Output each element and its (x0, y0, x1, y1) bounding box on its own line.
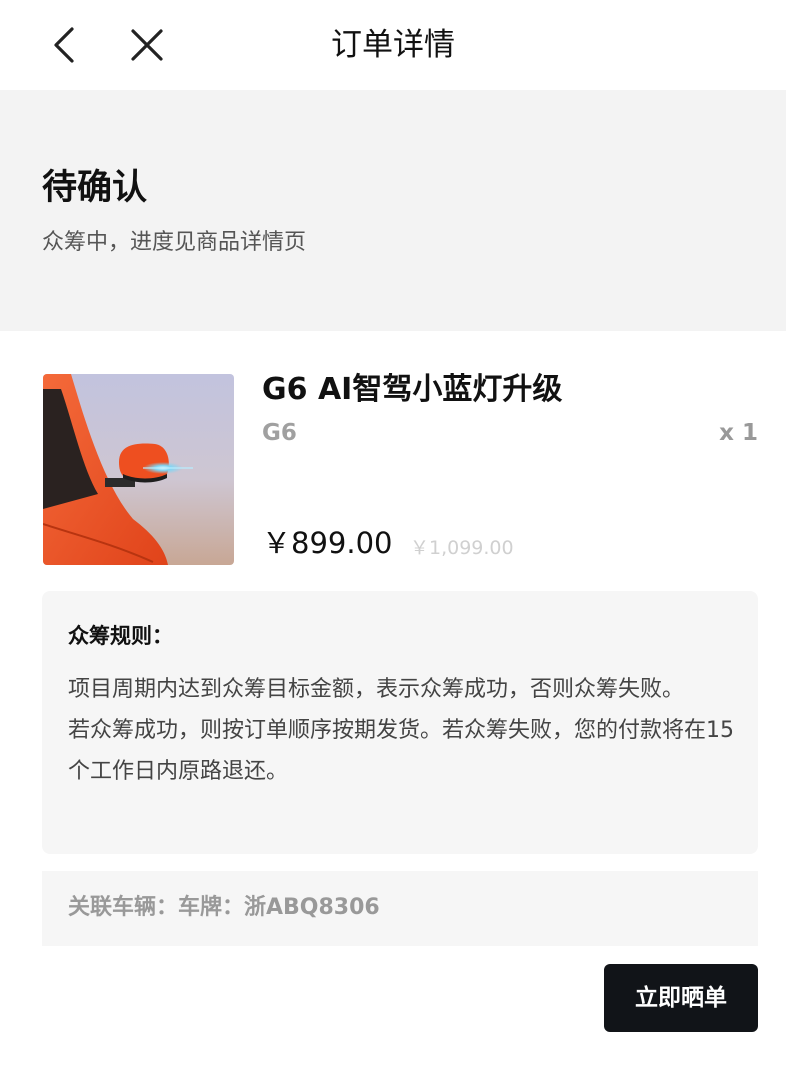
product-name[interactable]: G6 AI智驾小蓝灯升级 (262, 370, 562, 410)
product-price: ￥899.00 (262, 526, 393, 560)
product-variant: G6 (262, 420, 297, 446)
product-quantity: x 1 (719, 420, 758, 446)
page-title: 订单详情 (331, 27, 455, 63)
product-original-price: ￥1,099.00 (410, 537, 514, 559)
rules-title: 众筹规则： (68, 624, 173, 648)
linked-vehicle-card: 关联车辆：车牌：浙ABQ8306 (42, 871, 758, 946)
rules-line-1: 项目周期内达到众筹目标金额，表示众筹成功，否则众筹失败。 (68, 677, 685, 702)
car-mirror-image (43, 374, 234, 565)
order-status-subtitle: 众筹中，进度见商品详情页 (42, 230, 307, 255)
order-status-title: 待确认 (42, 168, 148, 208)
linked-vehicle-text: 关联车辆：车牌：浙ABQ8306 (68, 895, 380, 920)
rules-line-2: 若众筹成功，则按订单顺序按期发货。若众筹失败，您的付款将在15个工作日内原路退还… (68, 718, 734, 784)
crowdfunding-rules-card: 众筹规则： 项目周期内达到众筹目标金额，表示众筹成功，否则众筹失败。 若众筹成功… (42, 591, 758, 854)
product-image[interactable] (43, 374, 234, 565)
rules-text: 项目周期内达到众筹目标金额，表示众筹成功，否则众筹失败。 若众筹成功，则按订单顺… (68, 669, 738, 792)
share-order-button[interactable]: 立即晒单 (604, 964, 758, 1032)
order-status-panel: 待确认 众筹中，进度见商品详情页 (0, 90, 786, 331)
nav-bar: 订单详情 (0, 0, 786, 90)
